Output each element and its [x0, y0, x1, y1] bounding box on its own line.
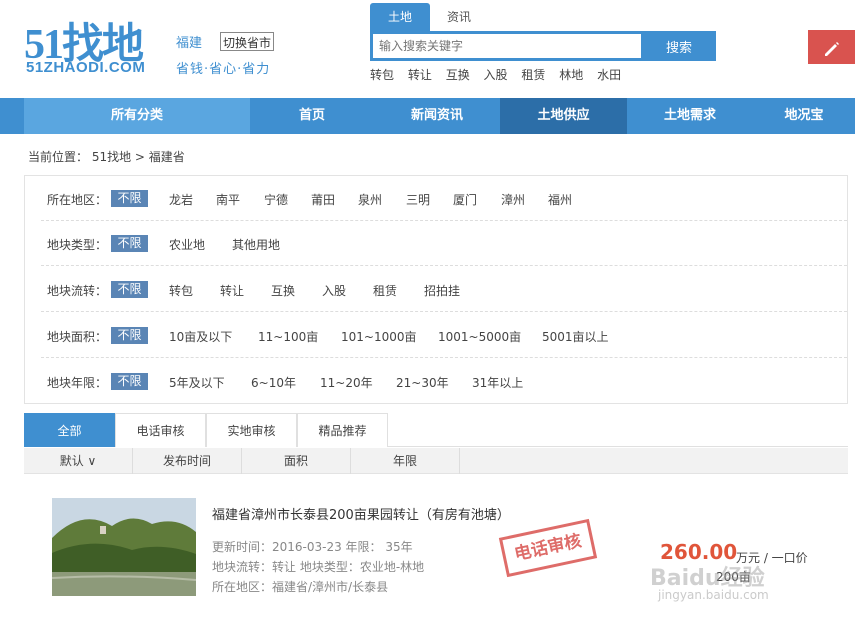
listing-transfer-type: 地块流转：转让 地块类型：农业地-林地: [212, 560, 425, 574]
site-logo[interactable]: 51找地 51ZHAODI.COM: [24, 10, 164, 76]
search-button[interactable]: 搜索: [642, 31, 716, 61]
listing-thumbnail[interactable]: [52, 498, 196, 596]
hot-keyword[interactable]: 互换: [446, 68, 470, 82]
publish-button[interactable]: [808, 30, 855, 64]
filter-option[interactable]: 6~10年: [251, 374, 296, 391]
filter-label: 地块流转：: [47, 284, 108, 298]
filter-selected[interactable]: 不限: [111, 327, 148, 344]
breadcrumb: 当前位置： 51找地 > 福建省: [28, 150, 185, 164]
filter-label: 地块面积：: [47, 330, 108, 344]
switch-province-button[interactable]: 切换省市: [220, 32, 275, 51]
filter-row-region: 所在地区： 不限 龙岩 南平 宁德 莆田 泉州 三明 厦门 漳州 福州: [25, 176, 847, 221]
filter-option[interactable]: 宁德: [264, 191, 288, 208]
logo-domain: 51ZHAODI.COM: [26, 59, 146, 76]
filter-option[interactable]: 南平: [216, 191, 240, 208]
filter-option[interactable]: 1001~5000亩: [438, 328, 521, 345]
filter-option[interactable]: 21~30年: [396, 374, 449, 391]
filter-selected[interactable]: 不限: [111, 190, 148, 207]
filter-option[interactable]: 招拍挂: [424, 282, 460, 299]
tab-site-verified[interactable]: 实地审核: [206, 413, 297, 447]
filter-option[interactable]: 转包: [169, 282, 193, 299]
phone-verified-stamp: 电话审核: [498, 518, 598, 578]
pencil-icon: [824, 41, 839, 56]
filter-label: 地块类型：: [47, 238, 108, 252]
nav-land-supply[interactable]: 土地供应: [500, 98, 627, 134]
filter-label: 所在地区：: [47, 193, 108, 207]
filter-option[interactable]: 10亩及以下: [169, 328, 232, 345]
nav-news[interactable]: 新闻资讯: [374, 98, 500, 134]
filter-selected[interactable]: 不限: [111, 281, 148, 298]
filter-option[interactable]: 莆田: [311, 191, 335, 208]
sort-default[interactable]: 默认 ∨: [24, 448, 133, 474]
result-tabs: 全部 电话审核 实地审核 精品推荐: [24, 413, 848, 447]
tab-phone-verified[interactable]: 电话审核: [115, 413, 206, 447]
sort-publish-time[interactable]: 发布时间: [133, 448, 242, 474]
filter-option[interactable]: 互换: [271, 282, 295, 299]
nav-home[interactable]: 首页: [250, 98, 374, 134]
filter-row-area: 地块面积： 不限 10亩及以下 11~100亩 101~1000亩 1001~5…: [25, 313, 847, 358]
filter-option[interactable]: 转让: [220, 282, 244, 299]
filter-option[interactable]: 农业地: [169, 236, 205, 253]
filter-option[interactable]: 福州: [548, 191, 572, 208]
filter-option[interactable]: 厦门: [453, 191, 477, 208]
current-province: 福建: [176, 36, 203, 51]
row-divider: [41, 265, 847, 266]
filter-option[interactable]: 租赁: [373, 282, 397, 299]
filter-option[interactable]: 5001亩以上: [542, 328, 609, 345]
filter-option[interactable]: 漳州: [501, 191, 525, 208]
row-divider: [41, 357, 847, 358]
filter-option[interactable]: 三明: [406, 191, 430, 208]
landscape-image: [52, 498, 196, 596]
listing-location: 所在地区：福建省/漳州市/长泰县: [212, 580, 389, 594]
hot-keyword[interactable]: 水田: [597, 68, 621, 82]
filter-panel: 所在地区： 不限 龙岩 南平 宁德 莆田 泉州 三明 厦门 漳州 福州 地块类型…: [24, 175, 848, 404]
search-input[interactable]: [373, 34, 641, 58]
filter-option[interactable]: 101~1000亩: [341, 328, 417, 345]
filter-option[interactable]: 11~20年: [320, 374, 373, 391]
filter-option[interactable]: 其他用地: [232, 236, 280, 253]
filter-label: 地块年限：: [47, 376, 108, 390]
hot-keyword[interactable]: 林地: [559, 68, 583, 82]
filter-row-type: 地块类型： 不限 农业地 其他用地: [25, 221, 847, 266]
hot-keyword[interactable]: 租赁: [521, 68, 545, 82]
filter-selected[interactable]: 不限: [111, 373, 148, 390]
filter-option[interactable]: 11~100亩: [258, 328, 318, 345]
filter-row-years: 地块年限： 不限 5年及以下 6~10年 11~20年 21~30年 31年以上: [25, 359, 847, 404]
listing-updated: 更新时间：2016-03-23 年限： 35年: [212, 540, 413, 554]
hot-keyword[interactable]: 转包: [370, 68, 394, 82]
hot-keyword[interactable]: 转让: [408, 68, 432, 82]
listing-title[interactable]: 福建省漳州市长泰县200亩果园转让（有房有池塘）: [212, 504, 510, 523]
sort-years[interactable]: 年限: [351, 448, 460, 474]
row-divider: [41, 311, 847, 312]
sort-bar: 默认 ∨ 发布时间 面积 年限: [24, 448, 848, 474]
hot-keyword[interactable]: 入股: [484, 68, 508, 82]
filter-option[interactable]: 31年以上: [472, 374, 523, 391]
slogan: 省钱·省心·省力: [176, 62, 271, 77]
filter-option[interactable]: 入股: [322, 282, 346, 299]
filter-option[interactable]: 龙岩: [169, 191, 193, 208]
tab-featured[interactable]: 精品推荐: [297, 413, 388, 447]
nav-all-categories[interactable]: 所有分类: [24, 98, 250, 134]
nav-dikuangbao[interactable]: 地况宝: [753, 98, 855, 134]
sort-area[interactable]: 面积: [242, 448, 351, 474]
filter-row-transfer: 地块流转： 不限 转包 转让 互换 入股 租赁 招拍挂: [25, 267, 847, 312]
hot-keywords: 转包 转让 互换 入股 租赁 林地 水田: [370, 66, 631, 83]
nav-land-demand[interactable]: 土地需求: [627, 98, 753, 134]
tab-all[interactable]: 全部: [24, 413, 115, 447]
baidu-watermark-url: jingyan.baidu.com: [658, 588, 769, 602]
search-box: [370, 31, 644, 61]
filter-option[interactable]: 5年及以下: [169, 374, 225, 391]
filter-selected[interactable]: 不限: [111, 235, 148, 252]
main-nav: 所有分类 首页 新闻资讯 土地供应 土地需求 地况宝: [0, 98, 855, 134]
filter-option[interactable]: 泉州: [358, 191, 382, 208]
search-tab-news[interactable]: 资讯: [434, 3, 484, 31]
search-tab-land[interactable]: 土地: [370, 3, 430, 31]
